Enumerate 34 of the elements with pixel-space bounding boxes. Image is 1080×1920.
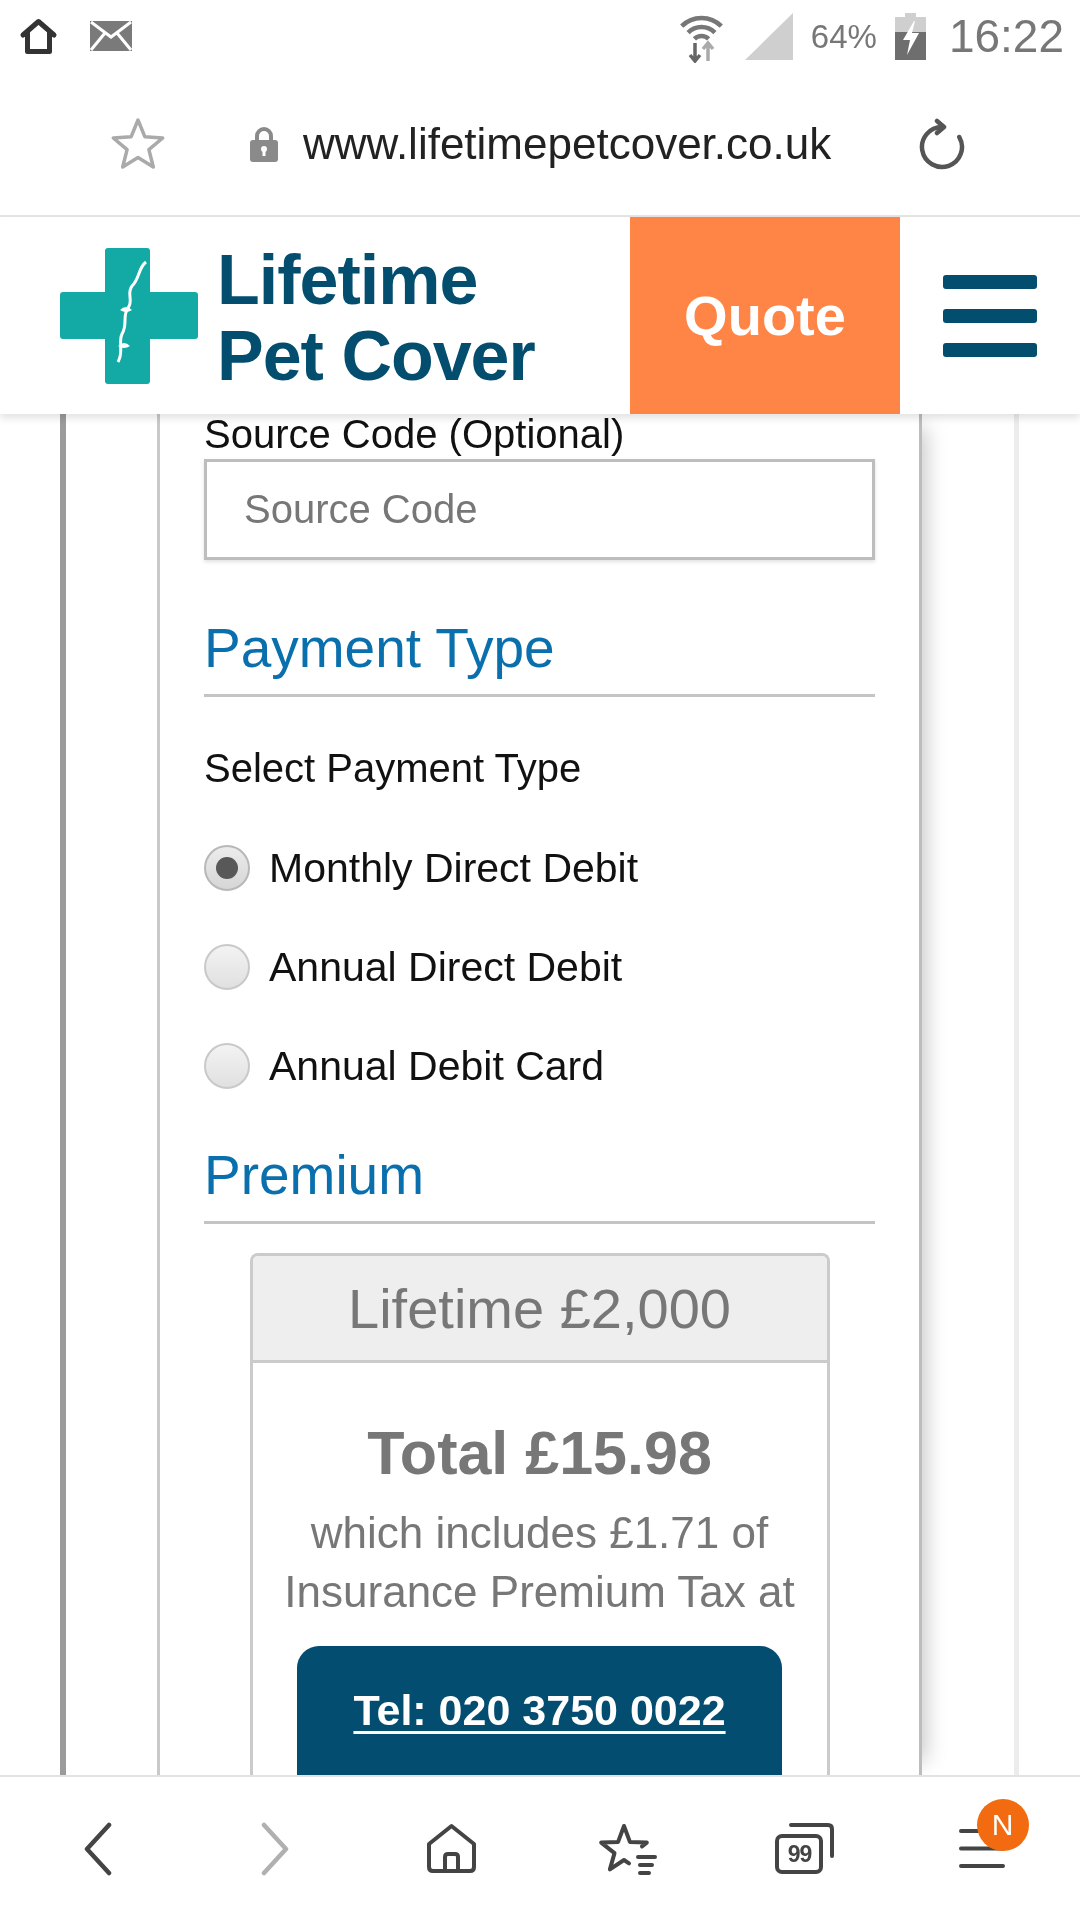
radio-label[interactable]: Annual Direct Debit	[269, 939, 623, 995]
radio-button[interactable]	[204, 845, 250, 891]
section-heading: Payment Type	[204, 617, 555, 679]
call-button[interactable]: Tel: 020 3750 0022	[297, 1646, 782, 1775]
bookmark-star-icon[interactable]	[109, 115, 167, 172]
logo-text: Lifetime	[217, 241, 478, 318]
radio-label[interactable]: Monthly Direct Debit	[269, 840, 639, 896]
home-icon	[19, 17, 58, 55]
mail-icon	[90, 21, 132, 51]
signal-icon	[744, 12, 793, 60]
tax-note: which includes £1.71 of Insurance Premium Tax at	[283, 1507, 796, 1618]
section-heading: Premium	[204, 1144, 425, 1206]
url-text[interactable]: www.lifetimepetcover.co.uk	[303, 121, 832, 166]
radio-button[interactable]	[204, 1043, 250, 1089]
cross-logo-icon	[60, 247, 198, 384]
logo-text: Pet Cover	[217, 317, 535, 394]
total-price: Total £15.98	[367, 1418, 712, 1488]
home-icon[interactable]	[425, 1823, 479, 1874]
clock-time: 16:22	[948, 13, 1064, 59]
source-code-field[interactable]: Source Code	[204, 459, 875, 560]
plan-header: Lifetime £2,000	[252, 1256, 827, 1363]
tab-count: 99	[787, 1842, 812, 1866]
tabs-icon[interactable]	[775, 1823, 835, 1874]
menu-icon[interactable]	[943, 274, 1037, 357]
notification-badge: N	[976, 1799, 1029, 1851]
back-icon[interactable]	[83, 1821, 114, 1876]
battery-percent: 64%	[810, 19, 877, 53]
lock-icon	[249, 125, 279, 162]
radio-button[interactable]	[204, 944, 250, 990]
star-list-icon[interactable]	[598, 1822, 659, 1875]
field-label: Select Payment Type	[204, 745, 582, 791]
radio-label[interactable]: Annual Debit Card	[269, 1038, 605, 1094]
field-label: Source Code (Optional)	[204, 414, 625, 454]
battery-charging-icon	[894, 12, 926, 60]
